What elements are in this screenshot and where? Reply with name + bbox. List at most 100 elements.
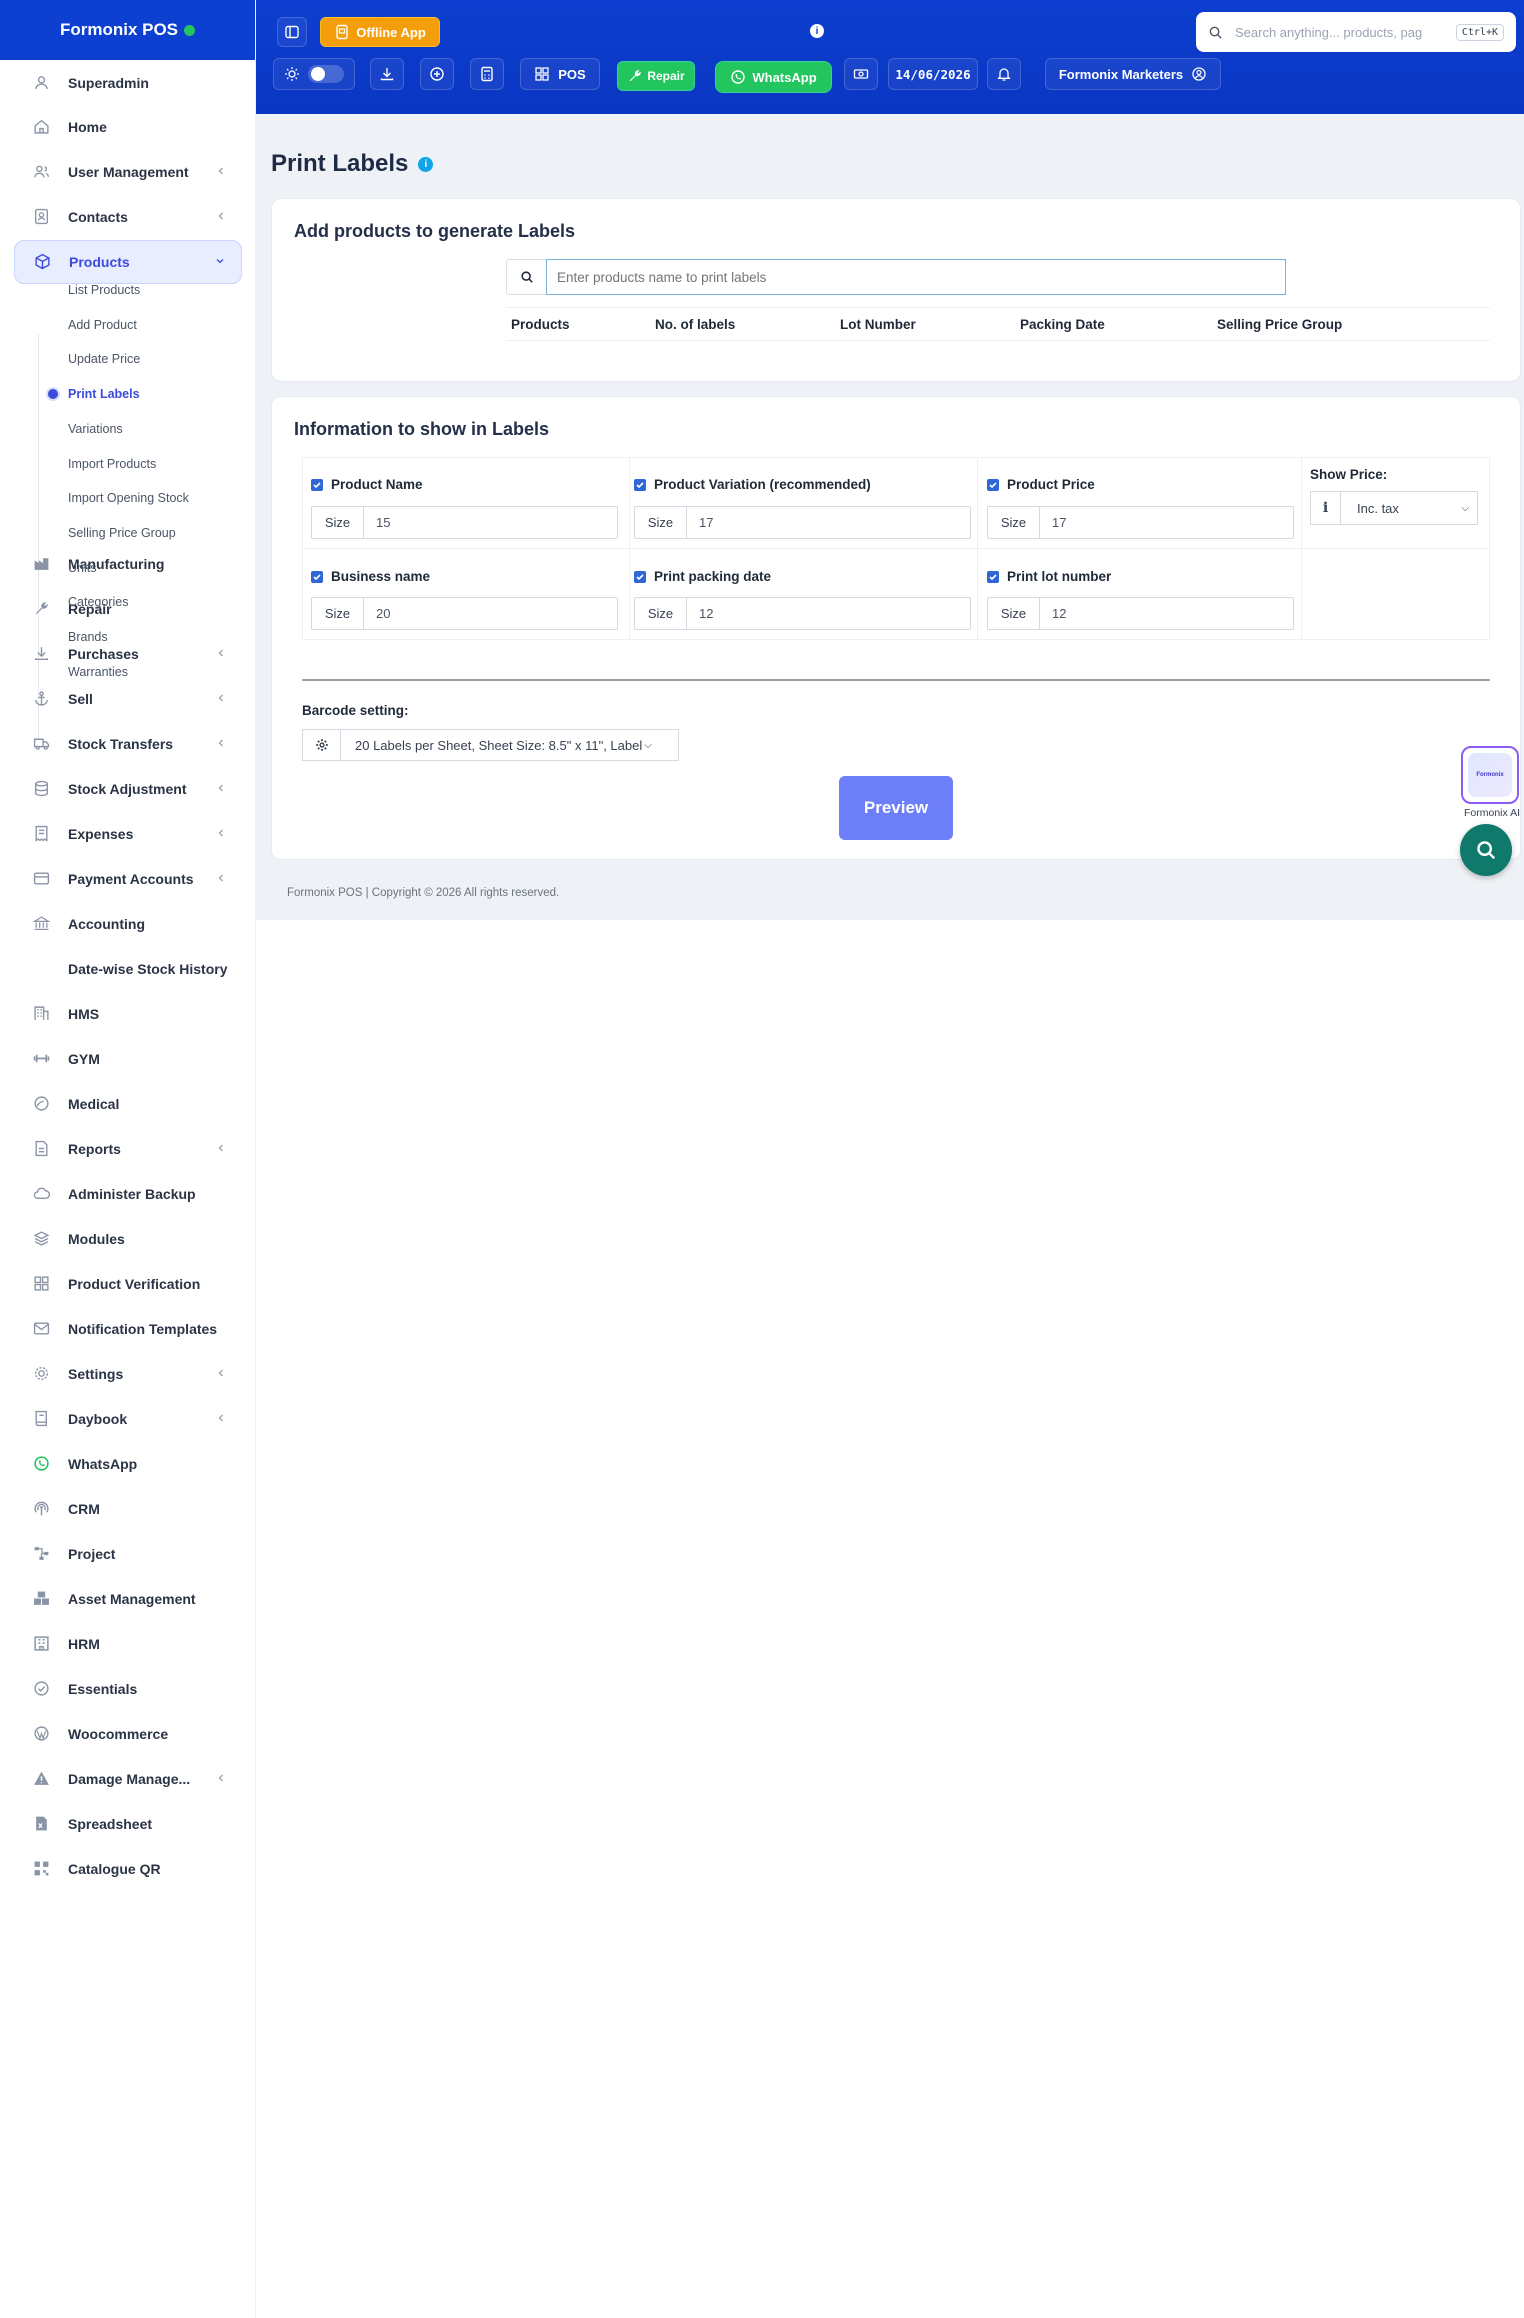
repair-button[interactable]: Repair — [617, 61, 695, 91]
chevron-down-icon — [215, 255, 225, 269]
sidebar-item-whatsapp[interactable]: WhatsApp — [14, 1442, 242, 1486]
submenu-item-list-products[interactable]: List Products — [38, 275, 238, 305]
formonix-ai-button[interactable]: Formonix — [1461, 746, 1519, 804]
sidebar-item-catalogue-qr[interactable]: Catalogue QR — [14, 1847, 242, 1891]
sidebar-item-essentials[interactable]: Essentials — [14, 1667, 242, 1711]
sidebar-item-reports[interactable]: Reports — [14, 1127, 242, 1171]
sidebar-item-gym[interactable]: GYM — [14, 1037, 242, 1081]
toggle-sidebar-button[interactable] — [277, 17, 307, 47]
add-button[interactable] — [420, 58, 454, 90]
boxes-icon — [32, 1590, 50, 1608]
sidebar-item-payment-accounts[interactable]: Payment Accounts — [14, 857, 242, 901]
sidebar-item-hrm[interactable]: HRM — [14, 1622, 242, 1666]
sidebar-item-accounting[interactable]: Accounting — [14, 902, 242, 946]
col-lot-number: Lot Number — [840, 316, 916, 332]
submenu-item-selling-price-group[interactable]: Selling Price Group — [38, 518, 238, 548]
sidebar-item-woocommerce[interactable]: Woocommerce — [14, 1712, 242, 1756]
sidebar-item-superadmin[interactable]: Superadmin — [14, 61, 242, 105]
chevron-down-icon: ⌵ — [1461, 502, 1469, 514]
notifications-button[interactable] — [987, 58, 1021, 90]
product-variation-label: Product Variation (recommended) — [654, 477, 871, 492]
field-lot-number[interactable]: Print lot number — [987, 569, 1111, 584]
submenu-item-print-labels[interactable]: Print Labels — [38, 379, 238, 409]
preview-button[interactable]: Preview — [839, 776, 953, 840]
sidebar-item-medical[interactable]: Medical — [14, 1082, 242, 1126]
sidebar-item-date-wise-stock-history[interactable]: Date-wise Stock History — [14, 947, 242, 991]
sidebar-item-spreadsheet[interactable]: Spreadsheet — [14, 1802, 242, 1846]
sidebar-item-modules[interactable]: Modules — [14, 1217, 242, 1261]
sidebar-item-product-verification[interactable]: Product Verification — [14, 1262, 242, 1306]
help-info-icon[interactable]: i — [418, 156, 434, 172]
spreadsheet-icon — [32, 1815, 50, 1833]
global-search[interactable]: Search anything... products, pag Ctrl+K — [1196, 12, 1516, 52]
submenu-item-brands[interactable]: Brands — [38, 622, 238, 652]
sidebar-item-label: Date-wise Stock History — [68, 960, 228, 977]
money-icon — [853, 69, 869, 79]
business-menu[interactable]: Formonix Marketers — [1045, 58, 1221, 90]
sidebar-item-asset-management[interactable]: Asset Management — [14, 1577, 242, 1621]
sidebar-item-project[interactable]: Project — [14, 1532, 242, 1576]
theme-switch[interactable] — [308, 65, 344, 83]
date-display[interactable]: 14/06/2026 — [888, 58, 978, 90]
sidebar-item-settings[interactable]: Settings — [14, 1352, 242, 1396]
whatsapp-button[interactable]: WhatsApp — [715, 61, 832, 93]
sidebar-item-home[interactable]: Home — [14, 105, 242, 149]
cash-button[interactable] — [844, 58, 878, 90]
sidebar-item-label: Daybook — [68, 1410, 128, 1427]
sidebar-item-hms[interactable]: HMS — [14, 992, 242, 1036]
theme-toggle[interactable] — [273, 58, 355, 90]
floating-search-button[interactable] — [1460, 824, 1512, 876]
product-search-input[interactable] — [546, 259, 1286, 295]
sidebar-item-user-management[interactable]: User Management — [14, 150, 242, 194]
submenu-item-add-product[interactable]: Add Product — [38, 310, 238, 340]
submenu-item-warranties[interactable]: Warranties — [38, 657, 238, 687]
packing-date-checkbox[interactable] — [634, 570, 646, 583]
sidebar-item-crm[interactable]: CRM — [14, 1487, 242, 1531]
submenu-item-variations[interactable]: Variations — [38, 414, 238, 444]
brand-name: Formonix POS — [59, 20, 179, 39]
calculator-button[interactable] — [470, 58, 504, 90]
product-variation-size-input[interactable]: 17 — [687, 507, 970, 538]
sidebar-item-administer-backup[interactable]: Administer Backup — [14, 1172, 242, 1216]
lot-number-size-input[interactable]: 12 — [1040, 598, 1293, 629]
show-price-select[interactable]: i Inc. tax ⌵ — [1310, 491, 1478, 525]
sidebar-item-label: Damage Manage... — [68, 1770, 191, 1787]
info-icon[interactable]: i — [810, 24, 824, 38]
business-name-checkbox[interactable] — [311, 570, 323, 583]
product-price-size-input[interactable]: 17 — [1040, 507, 1293, 538]
download-button[interactable] — [370, 58, 404, 90]
submenu-item-update-price[interactable]: Update Price — [38, 344, 238, 374]
packing-date-size-input[interactable]: 12 — [687, 598, 970, 629]
submenu-item-import-opening-stock[interactable]: Import Opening Stock — [38, 483, 238, 513]
product-price-checkbox[interactable] — [987, 478, 999, 491]
sidebar-item-notification-templates[interactable]: Notification Templates — [14, 1307, 242, 1351]
submenu-item-units[interactable]: Units — [38, 553, 238, 583]
product-variation-checkbox[interactable] — [634, 478, 646, 491]
sidebar-item-stock-adjustment[interactable]: Stock Adjustment — [14, 767, 242, 811]
chevron-left-icon — [216, 1412, 226, 1426]
field-product-variation[interactable]: Product Variation (recommended) — [634, 477, 871, 492]
sidebar-item-expenses[interactable]: Expenses — [14, 812, 242, 856]
submenu-item-categories[interactable]: Categories — [38, 587, 238, 617]
pos-button[interactable]: POS — [520, 58, 600, 90]
lot-number-checkbox[interactable] — [987, 570, 999, 583]
field-business-name[interactable]: Business name — [311, 569, 430, 584]
submenu-item-import-products[interactable]: Import Products — [38, 449, 238, 479]
business-name-size-input[interactable]: 20 — [364, 598, 617, 629]
whatsapp-icon — [32, 1455, 50, 1473]
brand-logo[interactable]: Formonix POS — [0, 0, 255, 60]
project-icon — [32, 1545, 50, 1563]
sidebar-item-daybook[interactable]: Daybook — [14, 1397, 242, 1441]
field-product-price[interactable]: Product Price — [987, 477, 1095, 492]
product-name-checkbox[interactable] — [311, 478, 323, 491]
hrm-icon — [32, 1635, 50, 1653]
sidebar-item-contacts[interactable]: Contacts — [14, 195, 242, 239]
product-name-size-input[interactable]: 15 — [364, 507, 617, 538]
search-icon — [1209, 26, 1222, 39]
sidebar-item-damage-manage[interactable]: Damage Manage... — [14, 1757, 242, 1801]
barcode-setting-select[interactable]: 20 Labels per Sheet, Sheet Size: 8.5" x … — [302, 729, 679, 761]
field-packing-date[interactable]: Print packing date — [634, 569, 771, 584]
offline-app-button[interactable]: Offline App — [320, 17, 440, 47]
sidebar-item-stock-transfers[interactable]: Stock Transfers — [14, 722, 242, 766]
field-product-name[interactable]: Product Name — [311, 477, 423, 492]
